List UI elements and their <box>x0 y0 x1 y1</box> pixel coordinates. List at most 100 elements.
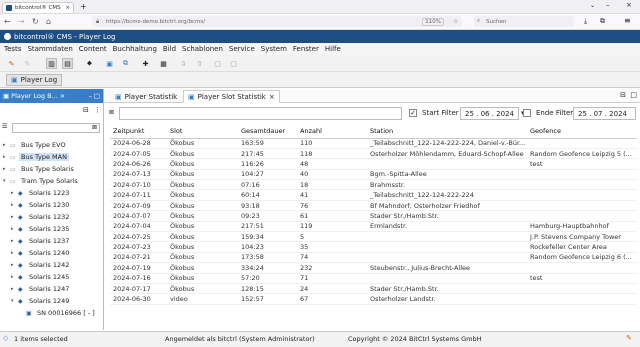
table-row[interactable]: 2024-06-28 Ökobus 163:59 110 _Teilabschnitt_… <box>110 138 637 149</box>
expand-icon[interactable]: ▸ <box>11 262 18 268</box>
maximize-panel-icon[interactable]: □ <box>94 92 100 100</box>
table-row[interactable]: 2024-07-11 Ökobus 60:14 41 _Teilabschnitt_12… <box>110 189 637 201</box>
menu-stammdaten[interactable]: Stammdaten <box>27 45 72 53</box>
table-row[interactable]: 2024-07-05 Ökobus 217:45 118 Osterholzer Möh… <box>110 148 637 160</box>
clear-search-icon[interactable]: ⊠ <box>109 109 114 116</box>
expand-icon[interactable]: ▸ <box>11 226 18 232</box>
column-anzahl[interactable]: Anzahl <box>297 125 367 139</box>
zoom-level[interactable]: 110% <box>422 17 444 26</box>
expand-icon[interactable]: ▸ <box>3 166 10 172</box>
table-row[interactable]: 2024-06-26 Ökobus 116:26 48 test <box>110 158 637 170</box>
table-row[interactable]: 2024-07-07 Ökobus 09:23 61 Stader Str./Hamb.… <box>110 210 637 222</box>
table-row[interactable]: 2024-07-25 Ökobus 159:34 5 J.P. Stevens Comp… <box>110 231 637 243</box>
minimize-editor-icon[interactable]: ⊟ <box>620 91 626 99</box>
close-window-icon[interactable]: × <box>626 1 632 9</box>
search-input[interactable] <box>119 107 402 120</box>
bookmark-star-icon[interactable]: ☆ <box>453 19 458 25</box>
table-row[interactable]: 2024-07-23 Ökobus 104:23 35 Rockefeller Cent… <box>110 241 637 253</box>
tab-list-icon[interactable]: ⌄ <box>590 2 595 9</box>
address-bar[interactable]: 🔒︎ https://bcms-demo.bitctrl.org/bcms/ 1… <box>92 16 462 27</box>
grid-icon[interactable]: ▦ <box>158 58 169 69</box>
tree-item[interactable]: ▸ ◆ Solaris 1245 <box>0 271 103 283</box>
menu-content[interactable]: Content <box>79 45 107 53</box>
expand-icon[interactable]: ▸ <box>3 142 10 148</box>
table-row[interactable]: 2024-07-09 Ökobus 93:18 76 Bf Mahndorf, Oste… <box>110 200 637 212</box>
tree-item[interactable]: ▸ ▭ Bus Type EVO <box>0 139 103 151</box>
tree-item[interactable]: ▸ ◆ Solaris 1242 <box>0 259 103 271</box>
menu-service[interactable]: Service <box>229 45 255 53</box>
column-zeitpunkt[interactable]: Zeitpunkt <box>110 125 167 139</box>
tree-item[interactable]: ▸ ◆ Solaris 1223 <box>0 187 103 199</box>
tab-player-slot-statistik[interactable]: ▣ Player Slot Statistik × <box>183 90 280 103</box>
tree-filter-input[interactable]: ⊠ <box>12 123 100 133</box>
expand-icon[interactable]: ▸ <box>11 286 18 292</box>
start-filter-checkbox[interactable]: ✓ <box>409 109 417 117</box>
back-icon[interactable]: ← <box>4 17 11 26</box>
end-filter-checkbox[interactable] <box>523 109 531 117</box>
home-icon[interactable]: ⌂ <box>46 17 51 26</box>
collapse-icon[interactable]: ▾ <box>11 298 18 304</box>
menu-system[interactable]: System <box>261 45 287 53</box>
view-menu-icon[interactable]: ⋮ <box>94 106 101 114</box>
column-gesamtdauer[interactable]: Gesamtdauer <box>238 125 297 139</box>
tab-player-statistik[interactable]: ▣ Player Statistik <box>111 90 181 103</box>
save-tool-icon[interactable]: ▢ <box>228 58 239 69</box>
menu-hilfe[interactable]: Hilfe <box>325 45 341 53</box>
window-icon[interactable]: ▣ <box>104 58 115 69</box>
import-icon[interactable]: ⇩ <box>178 58 189 69</box>
column-station[interactable]: Station <box>367 125 527 139</box>
layout-left-icon[interactable]: ▥ <box>46 58 57 69</box>
edit-pencil-icon[interactable]: ✎ <box>6 58 17 69</box>
expand-icon[interactable]: ▸ <box>11 238 18 244</box>
tag-icon[interactable]: ⬥ <box>84 58 95 69</box>
column-geofence[interactable]: Geofence <box>527 125 637 139</box>
tree-item[interactable]: ▸ ◆ Solaris 1237 <box>0 235 103 247</box>
tree-item[interactable]: ▸ ◆ Solaris 1232 <box>0 211 103 223</box>
tree-item[interactable]: ▸ ◆ Solaris 1230 <box>0 199 103 211</box>
close-tab-icon[interactable]: × <box>65 5 70 11</box>
expand-icon[interactable]: ▸ <box>11 214 18 220</box>
perspective-player-log[interactable]: ▣ Player Log <box>6 74 63 86</box>
table-row[interactable]: 2024-07-21 Ökobus 173:58 74 Random Geofence … <box>110 252 637 264</box>
menu-fenster[interactable]: Fenster <box>293 45 319 53</box>
minimize-window-icon[interactable]: – <box>606 1 610 9</box>
end-date-field[interactable]: 25 . 07 . 2024 <box>573 107 636 120</box>
table-row[interactable]: 2024-07-10 Ökobus 07:16 18 Brahmsstr. <box>110 179 637 191</box>
table-row[interactable]: 2024-07-16 Ökobus 57:20 71 test <box>110 273 637 284</box>
minimize-panel-icon[interactable]: – <box>89 92 92 100</box>
new-tab-icon[interactable]: + <box>80 2 87 11</box>
expand-icon[interactable]: ▸ <box>11 250 18 256</box>
column-slot[interactable]: Slot <box>167 125 238 139</box>
expand-icon[interactable]: ▸ <box>11 202 18 208</box>
tree-item[interactable]: ▣ SN 00016966 [ - ] <box>0 307 103 319</box>
start-date-field[interactable]: 25 . 06 . 2024 <box>460 107 519 120</box>
menu-schablonen[interactable]: Schablonen <box>182 45 223 53</box>
collapse-all-icon[interactable]: ⊟ <box>83 106 89 114</box>
table-row[interactable]: 2024-07-19 Ökobus 334:24 232 Steubenstr., Ju… <box>110 262 637 274</box>
tree-item[interactable]: ▸ ▭ Bus Type Solaris <box>0 163 103 175</box>
tree-item[interactable]: ▾ ▭ Tram Type Solaris <box>0 175 103 187</box>
tree-item[interactable]: ▸ ◆ Solaris 1235 <box>0 223 103 235</box>
notification-icon[interactable]: ✎ <box>626 334 632 342</box>
tree-item[interactable]: ▸ ◆ Solaris 1240 <box>0 247 103 259</box>
export-icon[interactable]: ⇧ <box>194 58 205 69</box>
expand-icon[interactable]: ▸ <box>11 274 18 280</box>
menu-bild[interactable]: Bild <box>163 45 176 53</box>
downloads-icon[interactable]: ⤓ <box>584 17 587 26</box>
reload-icon[interactable]: ↻ <box>32 17 39 26</box>
menu-tests[interactable]: Tests <box>4 45 21 53</box>
forward-icon[interactable]: → <box>18 17 25 26</box>
expand-icon[interactable]: ▸ <box>3 154 10 160</box>
close-tab-icon[interactable]: × <box>269 93 275 101</box>
tree-item[interactable]: ▾ ◆ Solaris 1249 <box>0 295 103 307</box>
pin-icon[interactable]: ✚ <box>140 58 151 69</box>
layout-right-icon[interactable]: ▤ <box>62 58 73 69</box>
table-row[interactable]: 2024-07-13 Ökobus 104:27 40 Bgm.-Spitta-Alle… <box>110 169 637 181</box>
extensions-icon[interactable]: ⧉ <box>600 17 605 26</box>
table-row[interactable]: 2024-07-17 Ökobus 128:15 24 Stader Str./Hamb… <box>110 283 637 295</box>
tree-item[interactable]: ▸ ▭ Bus Type MAN <box>0 151 103 163</box>
collapse-icon[interactable]: ▾ <box>3 178 10 184</box>
table-row[interactable]: 2024-07-04 Ökobus 217:51 119 Ermlandstr. Hamb… <box>110 221 637 233</box>
search-field[interactable]: ⌕ Suchen <box>474 16 574 27</box>
table-row[interactable]: 2024-06-30 video 152:57 67 Osterholzer Lands… <box>110 293 637 305</box>
